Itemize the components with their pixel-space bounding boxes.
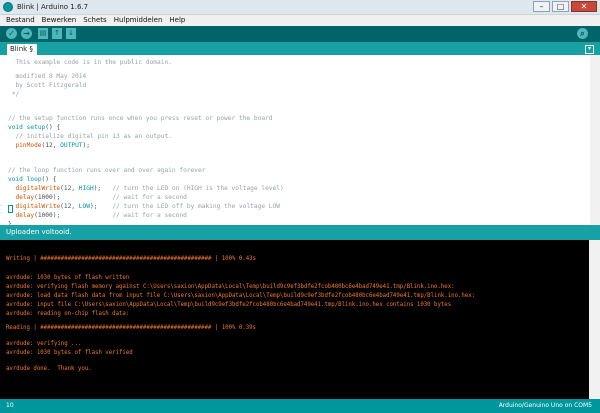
console-line: avrdude done. Thank you. xyxy=(6,366,92,372)
code-line: */ xyxy=(8,90,19,99)
line-number: 10 xyxy=(6,402,14,409)
code-line: This example code is in the public domai… xyxy=(8,58,172,67)
code-token: () { xyxy=(41,176,57,183)
footer-bar: 10 Arduino/Genuino Uno on COM5 xyxy=(0,399,600,413)
code-line: // the setup function runs once when you… xyxy=(8,114,273,123)
new-sketch-button[interactable]: ▤ xyxy=(38,28,48,39)
code-token: by Scott Fitzgerald xyxy=(8,82,87,89)
open-sketch-button[interactable]: ↑ xyxy=(52,28,62,39)
menu-bestand[interactable]: Bestand xyxy=(6,15,35,26)
code-line: void loop() { xyxy=(8,175,56,184)
save-sketch-button[interactable]: ↓ xyxy=(66,28,76,39)
code-token: // turn the LED on (HIGH is the voltage … xyxy=(101,185,284,192)
code-token: (12, xyxy=(60,203,79,210)
code-token: (12, xyxy=(60,185,79,192)
close-button[interactable]: ✕ xyxy=(571,1,597,12)
code-token: delay xyxy=(15,212,35,219)
code-token: // wait for a second xyxy=(60,194,187,201)
code-token: HIGH xyxy=(78,185,94,192)
code-token: setup xyxy=(26,124,46,131)
tab-menu-button[interactable]: ▾ xyxy=(585,45,594,54)
console-line: avrdude: verifying flash memory against … xyxy=(6,284,455,290)
tab-bar: Blink § ▾ xyxy=(0,42,600,55)
code-token: */ xyxy=(8,91,20,98)
code-editor[interactable]: This example code is in the public domai… xyxy=(0,55,590,225)
code-token: digitalWrite xyxy=(15,185,61,192)
code-line: delay(1000); // wait for a second xyxy=(8,193,187,202)
menu-bewerken[interactable]: Bewerken xyxy=(42,15,77,26)
code-line: delay(1000); // wait for a second xyxy=(8,211,187,220)
code-token: // the setup function runs once when you… xyxy=(8,115,273,122)
arduino-logo-icon xyxy=(3,2,13,12)
console-line: avrdude: 1030 bytes of flash verified xyxy=(6,350,133,356)
code-token: // wait for a second xyxy=(60,212,187,219)
code-line: // the loop function runs over and over … xyxy=(8,166,205,175)
code-token: () { xyxy=(45,124,61,131)
code-token: (1000); xyxy=(34,212,61,219)
code-line: // initialize digital pin 13 as an outpu… xyxy=(8,132,172,141)
console-line: avrdude: input file C:\Users\saxion\AppD… xyxy=(6,302,452,308)
menu-schets[interactable]: Schets xyxy=(83,15,106,26)
code-token: // turn the LED off by making the voltag… xyxy=(97,203,280,210)
board-port-info: Arduino/Genuino Uno on COM5 xyxy=(498,402,592,409)
code-token: (1000); xyxy=(34,194,61,201)
code-token: loop xyxy=(26,176,42,183)
code-line: pinMode(12, OUTPUT); xyxy=(8,141,90,150)
tab-blink[interactable]: Blink § xyxy=(7,44,37,55)
console-line: Writing | ##############################… xyxy=(6,256,256,262)
code-token: modified 8 May 2014 xyxy=(8,73,87,80)
status-bar: Uploaden voltooid. xyxy=(0,225,600,240)
status-message: Uploaden voltooid. xyxy=(6,228,72,236)
code-token: delay xyxy=(15,194,35,201)
code-token: (12, xyxy=(41,142,61,149)
code-token: LOW xyxy=(78,203,90,210)
code-token: ); xyxy=(82,142,90,149)
verify-button[interactable]: ✓ xyxy=(6,28,17,39)
code-line: digitalWrite(12, LOW); // turn the LED o… xyxy=(8,202,280,211)
code-token: digitalWrite xyxy=(15,203,61,210)
code-line: digitalWrite(12, HIGH); // turn the LED … xyxy=(8,184,284,193)
code-line: by Scott Fitzgerald xyxy=(8,81,86,90)
toolbar: ✓ → ▤ ↑ ↓ ⌕ xyxy=(0,26,600,42)
console-line: Reading | ##############################… xyxy=(6,325,256,331)
console-scrollbar[interactable] xyxy=(589,240,600,399)
code-token: void xyxy=(8,176,23,183)
code-line: modified 8 May 2014 xyxy=(8,72,86,81)
console-line: avrdude: 1030 bytes of flash written xyxy=(6,275,130,281)
menu-bar: Bestand Bewerken Schets Hulpmiddelen Hel… xyxy=(0,15,600,26)
window-title: Blink | Arduino 1.6.7 xyxy=(17,3,89,11)
console-line: avrdude: verifying ... xyxy=(6,341,82,347)
menu-hulpmiddelen[interactable]: Hulpmiddelen xyxy=(114,15,163,26)
code-token: pinMode xyxy=(15,142,42,149)
menu-help[interactable]: Help xyxy=(169,15,185,26)
code-token: // the loop function runs over and over … xyxy=(8,167,206,174)
editor-scrollbar[interactable] xyxy=(590,55,600,225)
code-token: OUTPUT xyxy=(60,142,83,149)
code-token: void xyxy=(8,124,23,131)
code-token: This example code is in the public domai… xyxy=(8,59,172,66)
console-line: avrdude: reading on-chip flash data: xyxy=(6,311,130,317)
code-token: // initialize digital pin 13 as an outpu… xyxy=(8,133,172,140)
minimize-button[interactable]: – xyxy=(533,1,550,12)
serial-monitor-button[interactable]: ⌕ xyxy=(577,28,588,39)
console-line: avrdude: load data flash data from input… xyxy=(6,293,476,299)
title-bar: Blink | Arduino 1.6.7 – □ ✕ xyxy=(0,0,600,15)
window-controls: – □ ✕ xyxy=(533,1,597,12)
maximize-button[interactable]: □ xyxy=(552,1,569,12)
upload-button[interactable]: → xyxy=(21,28,32,39)
code-line: void setup() { xyxy=(8,123,60,132)
console-output[interactable]: Writing | ##############################… xyxy=(0,240,589,399)
